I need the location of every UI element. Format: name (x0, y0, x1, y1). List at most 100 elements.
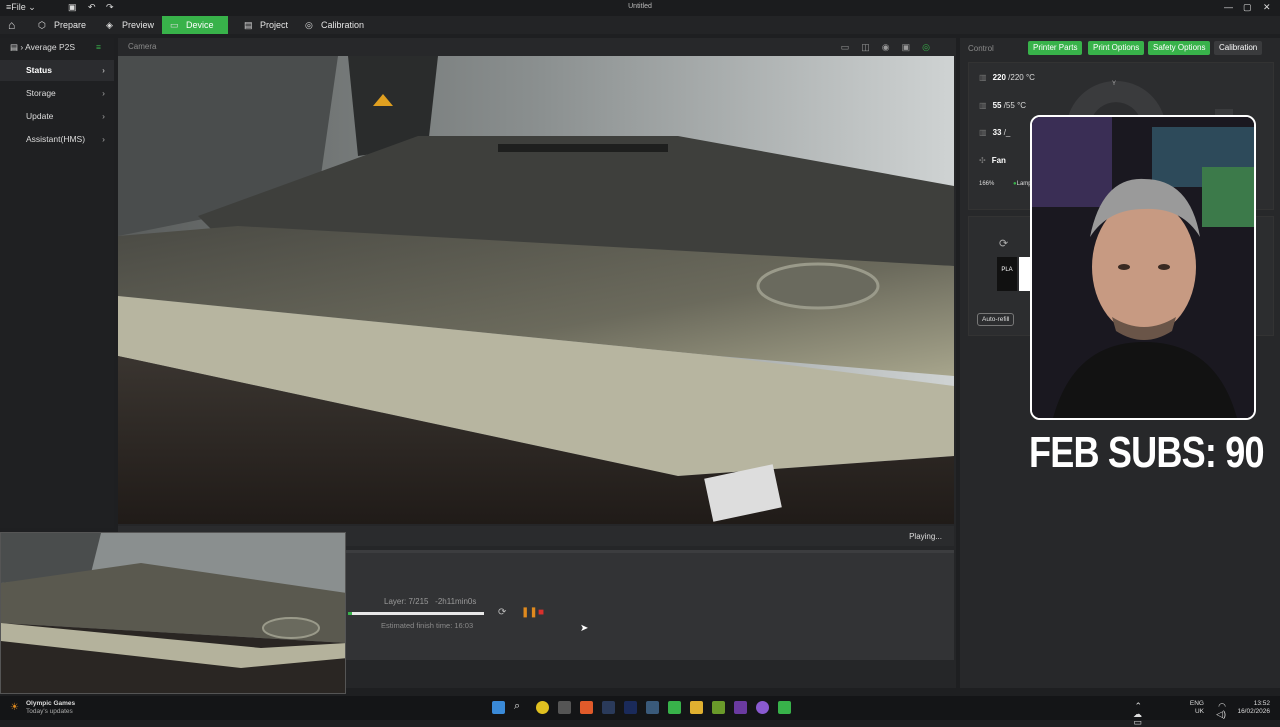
tab-preview[interactable]: ◈ Preview (98, 16, 158, 34)
chrome-icon[interactable] (536, 701, 549, 714)
maximize-icon[interactable]: ▢ (1243, 2, 1252, 13)
tab-project[interactable]: ▤ Project (236, 16, 296, 34)
device-name: Average P2S (25, 42, 76, 52)
webcam-image (1032, 117, 1254, 418)
nozzle-temp-value: 220 (992, 73, 1006, 82)
chamber-temp-value: 33 (992, 128, 1002, 137)
chevron-right-icon: › (102, 111, 105, 121)
calibration-button[interactable]: Calibration (1214, 41, 1263, 55)
search-icon[interactable]: ⌕ (514, 700, 527, 713)
tab-prepare-label: Prepare (54, 20, 87, 30)
layer-count: Layer: 7/215 (384, 597, 429, 606)
bed-target: /55 (1003, 101, 1015, 110)
time-remaining: -2h11min0s (435, 597, 477, 606)
speed-value: 166% (979, 181, 995, 187)
device-selector[interactable]: ▤ › Average P2S ≡ (10, 42, 101, 53)
timelapse-icon[interactable]: ◫ (861, 42, 882, 52)
live-icon[interactable]: ◎ (922, 42, 942, 52)
minimize-icon[interactable]: — (1224, 2, 1233, 12)
chamber-target: /_ (1003, 128, 1011, 137)
nozzle-target: /220 (1008, 73, 1024, 82)
print-options-button[interactable]: Print Options (1088, 41, 1145, 55)
sidebar-item-label: Update (26, 111, 54, 121)
control-label: Control (968, 44, 994, 53)
sidebar: ▤ › Average P2S ≡ Status › Storage › Update… (0, 38, 114, 528)
app-icon[interactable] (558, 701, 571, 714)
lamp-toggle[interactable]: ●Lamp (1013, 181, 1032, 187)
bed-temp[interactable]: ▥ 55 /55 °C (979, 101, 1026, 110)
rotate-icon[interactable]: ⟳ (999, 237, 1008, 250)
auto-refill-button[interactable]: Auto-refill (977, 313, 1015, 326)
bambu-studio-icon[interactable] (778, 701, 791, 714)
fan-control[interactable]: ✣ Fan (979, 156, 1006, 165)
chamber-temp[interactable]: ▥ 33 /_ (979, 128, 1010, 137)
pip-image (1, 533, 345, 693)
window-title: Untitled (628, 3, 652, 10)
stream-status: Playing... (909, 532, 942, 541)
tab-device-label: Device (186, 20, 214, 30)
nozzle-temp[interactable]: ▥ 220 /220 °C (979, 73, 1035, 82)
snapshot-icon[interactable]: ◉ (882, 42, 902, 52)
clock-time: 13:52 (1253, 700, 1270, 707)
clock-date: 16/02/2026 (1237, 708, 1270, 715)
sidebar-item-update[interactable]: Update › (0, 106, 114, 127)
printer-parts-button[interactable]: Printer Parts (1028, 41, 1083, 55)
pause-icon[interactable]: ❚❚ (521, 607, 538, 618)
device-icon: ▭ (170, 20, 179, 30)
streamer-webcam (1030, 115, 1256, 420)
project-icon: ▤ (244, 20, 253, 30)
tab-prepare[interactable]: ⬡ Prepare (30, 16, 92, 34)
xbox-icon[interactable] (668, 701, 681, 714)
app-icon-3[interactable] (712, 701, 725, 714)
stop-icon[interactable]: ■ (538, 607, 544, 618)
language-indicator[interactable]: ENG UK (1190, 700, 1204, 716)
control-header: Control Printer Parts Print Options Safe… (960, 38, 1280, 60)
brave-icon[interactable] (580, 701, 593, 714)
steam-icon[interactable] (602, 701, 615, 714)
layer-info: Layer: 7/215 -2h11min0s (384, 597, 476, 606)
speed-control[interactable]: 166% (979, 181, 994, 187)
filament-slot[interactable]: PLA (997, 257, 1017, 291)
bed-icon: ▥ (979, 101, 987, 110)
refresh-icon[interactable]: ⟳ (498, 607, 506, 618)
sidebar-item-status[interactable]: Status › (0, 60, 114, 81)
app-icon-4[interactable] (734, 701, 747, 714)
sidebar-item-assistant[interactable]: Assistant(HMS) › (0, 129, 114, 150)
sidebar-item-storage[interactable]: Storage › (0, 83, 114, 104)
sidebar-item-label: Storage (26, 88, 56, 98)
news-widget[interactable]: Olympic Games Today's updates (26, 700, 75, 716)
bed-temp-value: 55 (992, 101, 1002, 110)
photoshop-icon[interactable] (624, 701, 637, 714)
camera-label: Camera (128, 42, 157, 51)
tab-calibration[interactable]: ◎ Calibration (297, 16, 367, 34)
filament-type: PLA (1001, 267, 1013, 273)
tab-device[interactable]: ▭ Device (162, 16, 228, 34)
camera-pip (0, 532, 346, 694)
clock[interactable]: 13:52 16/02/2026 (1237, 700, 1270, 716)
discord-icon[interactable] (756, 701, 769, 714)
start-icon[interactable] (492, 701, 505, 714)
app-icon-2[interactable] (646, 701, 659, 714)
news-subtitle: Today's updates (26, 708, 73, 715)
title-bar: ≡File ⌄ ▣ ↶ ↷ Untitled — ▢ ✕ (0, 0, 1280, 16)
device-settings-icon[interactable]: ≡ (96, 42, 101, 52)
progress-fill (348, 612, 353, 615)
record-icon[interactable]: ▭ (841, 42, 862, 52)
safety-options-button[interactable]: Safety Options (1148, 41, 1211, 55)
preview-icon: ◈ (106, 20, 113, 30)
progress-bar (348, 612, 484, 615)
chevron-right-icon: › (102, 134, 105, 144)
mouse-cursor-icon: ➤ (580, 623, 589, 634)
calibration-icon: ◎ (305, 20, 313, 30)
prepare-icon: ⬡ (38, 20, 46, 30)
tray-icons[interactable]: ⌃ ☁ ▭ (1133, 702, 1142, 727)
close-icon[interactable]: ✕ (1263, 2, 1271, 13)
chevron-right-icon: › (102, 65, 105, 75)
home-icon[interactable]: ⌂ (8, 18, 15, 32)
fan-icon: ✣ (979, 156, 986, 165)
folder-icon[interactable] (690, 701, 703, 714)
screen-icon[interactable]: ▣ (902, 42, 923, 52)
main-nav: ⌂ ⬡ Prepare ◈ Preview ▭ Device ▤ Project ◎ Ca… (0, 16, 1280, 34)
camera-feed[interactable] (118, 56, 954, 524)
network-volume-icons[interactable]: ◠ ◁) (1216, 702, 1226, 719)
